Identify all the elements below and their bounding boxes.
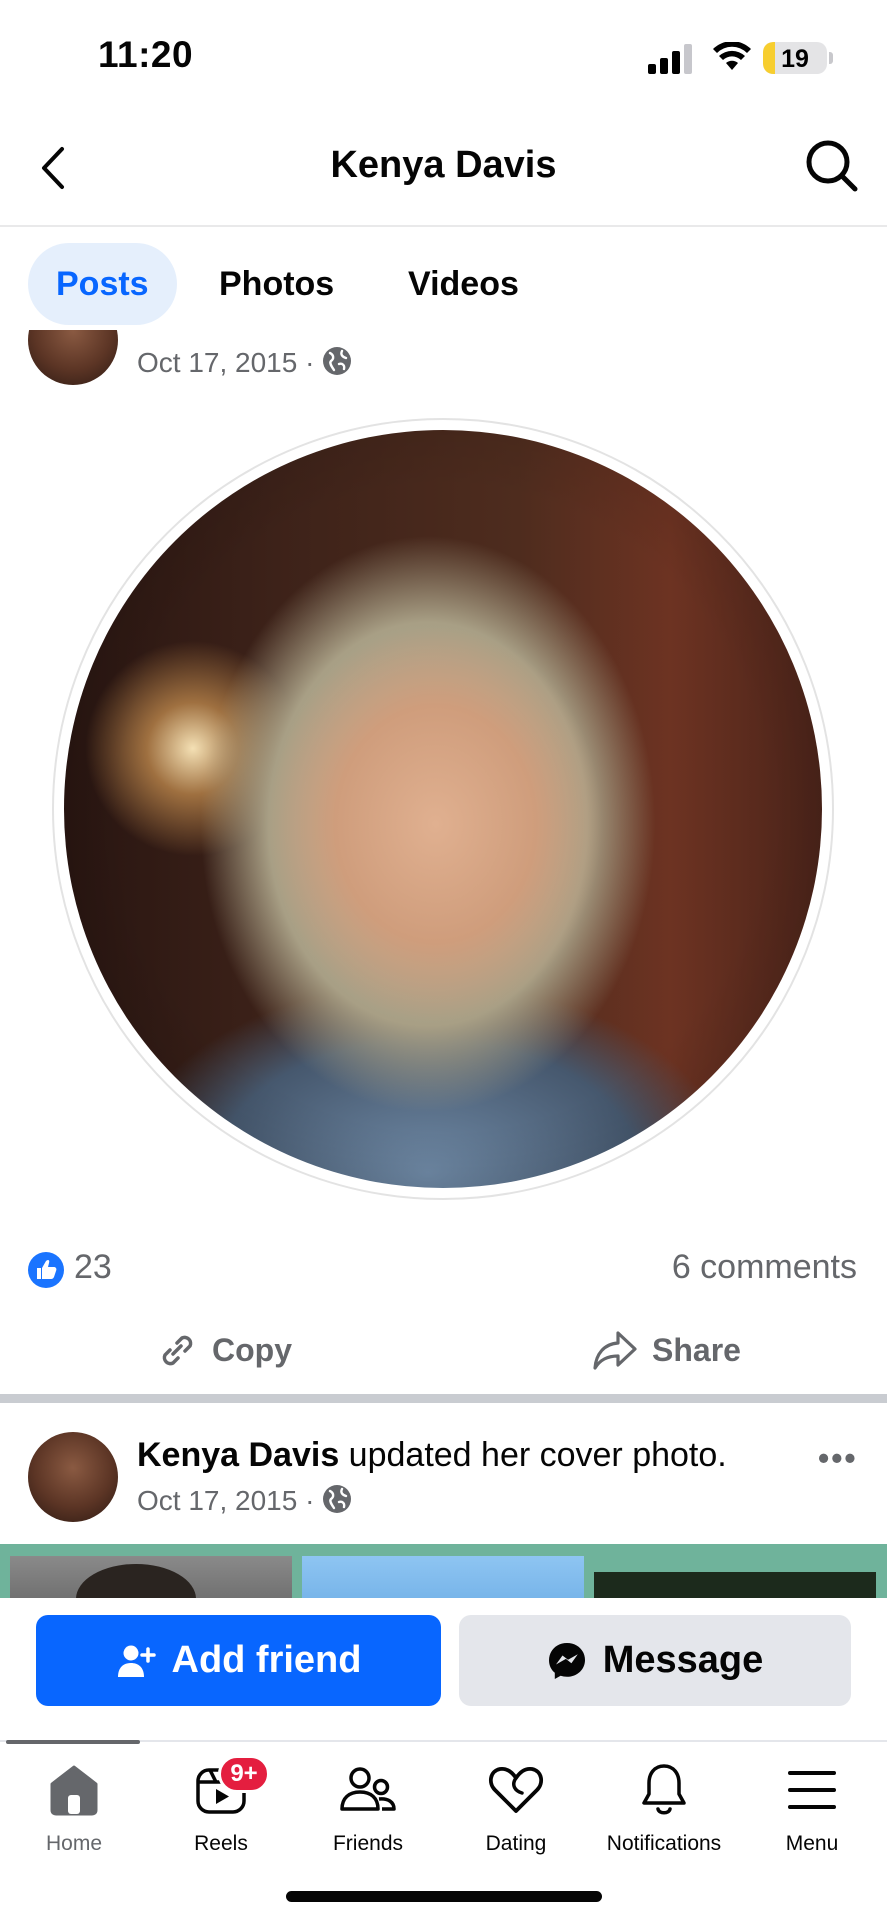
like-reaction-icon[interactable] (27, 1251, 65, 1289)
header-divider (0, 225, 887, 227)
cellular-signal-icon (648, 44, 692, 74)
share-label: Share (652, 1331, 741, 1368)
post-avatar-clip (28, 330, 118, 385)
share-icon (593, 1331, 637, 1370)
page-title: Kenya Davis (330, 144, 557, 186)
share-button[interactable]: Share (592, 1322, 741, 1378)
nav-notifications[interactable]: Notifications (590, 1760, 738, 1856)
cover-photo-tile (302, 1556, 584, 1598)
comments-count[interactable]: 6 comments (672, 1248, 857, 1287)
avatar[interactable] (28, 330, 118, 385)
nav-dating[interactable]: Dating (442, 1760, 590, 1856)
post-date: Oct 17, 2015 (137, 347, 298, 378)
add-friend-button[interactable]: Add friend (36, 1615, 441, 1706)
post-meta: Oct 17, 2015 · (137, 346, 352, 379)
avatar[interactable] (28, 1432, 118, 1522)
menu-icon (788, 1771, 836, 1809)
status-time: 11:20 (98, 34, 194, 75)
cover-photo-tile (10, 1556, 292, 1598)
nav-friends[interactable]: Friends (294, 1760, 442, 1856)
cover-photo[interactable] (0, 1544, 887, 1598)
copy-label: Copy (212, 1331, 292, 1368)
link-icon (162, 1335, 193, 1366)
copy-button[interactable]: Copy (156, 1322, 292, 1378)
post-meta: Oct 17, 2015 · (137, 1484, 352, 1517)
wifi-icon (713, 42, 751, 70)
message-button[interactable]: Message (459, 1615, 851, 1706)
profile-picture-shade (64, 430, 822, 1188)
nav-notifications-label: Notifications (606, 1832, 722, 1855)
post-date: Oct 17, 2015 (137, 1485, 298, 1516)
feed-separator (0, 1394, 887, 1403)
search-icon[interactable] (804, 138, 860, 194)
tab-bar-mask (0, 326, 887, 330)
dating-icon (488, 1766, 544, 1813)
add-friend-label: Add friend (171, 1639, 362, 1681)
message-label: Message (602, 1639, 764, 1681)
meta-separator: · (305, 1485, 315, 1516)
post-header-text: Kenya Davis updated her cover photo. (137, 1436, 727, 1475)
messenger-icon (548, 1642, 585, 1679)
nav-dating-label: Dating (485, 1832, 547, 1855)
add-friend-icon (117, 1645, 156, 1677)
battery-percent: 19 (781, 45, 809, 73)
post-action-text: updated her cover photo. (339, 1436, 727, 1474)
friends-icon (340, 1767, 396, 1811)
battery-tip (829, 52, 833, 64)
nav-menu[interactable]: Menu (738, 1760, 886, 1856)
nav-reels-label: Reels (194, 1832, 248, 1855)
active-tab-indicator (6, 1740, 140, 1744)
nav-home[interactable]: Home (0, 1760, 148, 1856)
author-name[interactable]: Kenya Davis (137, 1436, 339, 1474)
cover-photo-figure (76, 1564, 196, 1598)
like-count: 23 (74, 1248, 112, 1286)
meta-separator: · (305, 347, 315, 378)
tab-posts[interactable]: Posts (28, 243, 177, 325)
cover-photo-tile (594, 1572, 876, 1598)
globe-icon (323, 1485, 352, 1513)
battery-icon: 19 (763, 42, 827, 74)
tab-photos[interactable]: Photos (191, 243, 362, 325)
nav-home-label: Home (45, 1832, 103, 1855)
bell-icon (642, 1764, 686, 1815)
tab-videos[interactable]: Videos (380, 243, 547, 325)
more-options-button[interactable]: ••• (818, 1440, 858, 1477)
nav-friends-label: Friends (332, 1832, 404, 1855)
notification-badge: 9+ (218, 1755, 270, 1793)
home-indicator (286, 1891, 602, 1902)
globe-icon (323, 347, 352, 375)
nav-menu-label: Menu (785, 1832, 839, 1855)
home-icon (50, 1765, 98, 1816)
